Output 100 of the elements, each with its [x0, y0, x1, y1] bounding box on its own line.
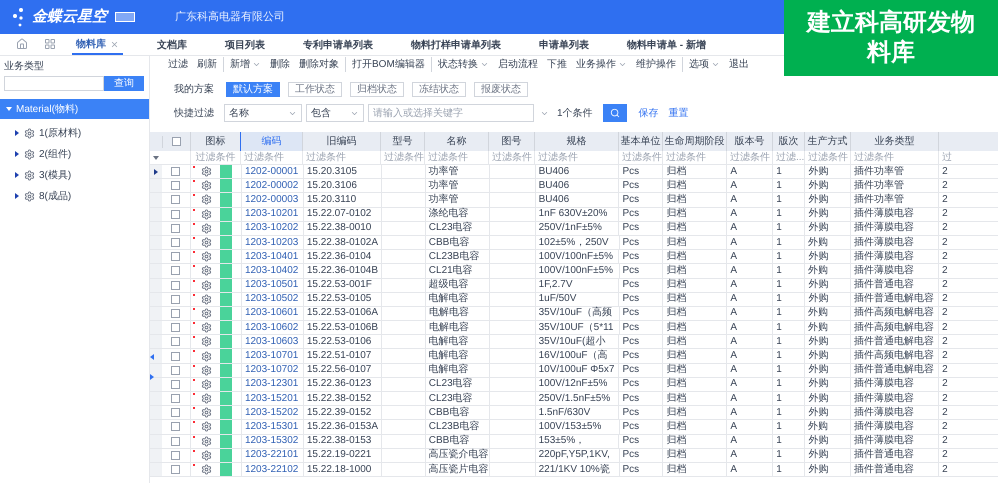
column-header[interactable]: 版本号: [726, 132, 772, 151]
row-indicator[interactable]: [150, 364, 162, 377]
tree-item[interactable]: Material(物料): [0, 99, 149, 119]
row-checkbox[interactable]: [171, 352, 180, 361]
row-checkbox[interactable]: [171, 465, 180, 474]
close-icon[interactable]: [110, 40, 119, 48]
code-link[interactable]: 1203-15302: [244, 435, 298, 448]
code-link[interactable]: 1203-10502: [244, 293, 298, 306]
filter-row-icon[interactable]: [153, 154, 159, 160]
row-checkbox[interactable]: [171, 450, 180, 460]
search-field[interactable]: [4, 76, 104, 91]
expand-icon[interactable]: [6, 106, 12, 112]
code-link[interactable]: 1203-22101: [244, 449, 298, 462]
code-link[interactable]: 1202-00002: [244, 180, 298, 192]
field-select[interactable]: 名称: [224, 104, 302, 122]
operator-select[interactable]: 包含: [306, 104, 364, 122]
expand-handle-icon[interactable]: [150, 374, 154, 380]
toolbar-button[interactable]: 删除: [270, 57, 290, 72]
row-checkbox[interactable]: [171, 366, 180, 375]
expand-icon[interactable]: [14, 193, 20, 199]
code-link[interactable]: 1203-10601: [244, 307, 298, 320]
select-all-checkbox[interactable]: [172, 137, 181, 146]
row-checkbox[interactable]: [171, 422, 180, 432]
column-header[interactable]: 编码: [240, 132, 302, 151]
code-link[interactable]: 1203-10501: [244, 279, 298, 292]
code-link[interactable]: 1203-22102: [244, 464, 298, 476]
code-link[interactable]: 1203-10201: [244, 208, 298, 220]
row-indicator[interactable]: [150, 349, 162, 363]
scheme-button[interactable]: 默认方案: [226, 82, 280, 96]
row-checkbox[interactable]: [171, 238, 180, 248]
column-header[interactable]: 名称: [424, 132, 488, 151]
column-header[interactable]: 生产方式: [804, 132, 850, 151]
row-checkbox[interactable]: [171, 408, 180, 418]
code-link[interactable]: 1203-10402: [244, 264, 298, 277]
toolbar-button[interactable]: 下推: [546, 57, 567, 72]
toolbar-button[interactable]: 选项: [688, 57, 720, 72]
tree-item[interactable]: 2(组件): [0, 144, 149, 164]
toolbar-button[interactable]: 打开BOM编辑器: [352, 57, 425, 72]
tab[interactable]: 专利申请单列表: [299, 35, 377, 55]
search-button[interactable]: 查询: [104, 76, 144, 91]
row-indicator[interactable]: [150, 165, 162, 178]
apps-icon[interactable]: [44, 38, 56, 50]
code-link[interactable]: 1202-00003: [244, 194, 298, 206]
code-link[interactable]: 1203-10701: [244, 350, 298, 362]
save-link[interactable]: 保存: [638, 106, 659, 120]
code-link[interactable]: 1203-12301: [244, 378, 298, 390]
row-checkbox[interactable]: [171, 167, 180, 176]
expand-icon[interactable]: [14, 172, 20, 178]
row-checkbox[interactable]: [171, 394, 180, 404]
collapse-handle-icon[interactable]: [150, 354, 154, 360]
column-header[interactable]: 图号: [488, 132, 534, 151]
row-checkbox[interactable]: [171, 195, 180, 204]
search-button[interactable]: [602, 104, 627, 122]
tab[interactable]: 文档库: [153, 35, 191, 55]
row-checkbox[interactable]: [171, 337, 180, 346]
reset-link[interactable]: 重置: [668, 106, 689, 120]
code-link[interactable]: 1203-10401: [244, 250, 298, 263]
row-checkbox[interactable]: [171, 252, 180, 262]
code-link[interactable]: 1203-10202: [244, 222, 298, 234]
toolbar-button[interactable]: 业务操作: [576, 57, 627, 72]
toolbar-button[interactable]: 状态转换: [438, 57, 489, 72]
toolbar-button[interactable]: 维护操作: [636, 57, 676, 72]
tree-item[interactable]: 8(成品): [0, 186, 149, 206]
code-link[interactable]: 1203-10203: [244, 236, 298, 249]
code-link[interactable]: 1203-10702: [244, 364, 298, 376]
column-header[interactable]: 规格: [534, 132, 618, 151]
tab[interactable]: 物料打样申请单列表: [407, 35, 505, 55]
toolbar-button[interactable]: 新增: [230, 57, 261, 72]
row-checkbox[interactable]: [171, 280, 180, 290]
toolbar-button[interactable]: 刷新: [197, 57, 217, 72]
row-checkbox[interactable]: [171, 323, 180, 332]
tree-item[interactable]: 3(模具): [0, 165, 149, 185]
column-header[interactable]: 基本单位: [618, 132, 662, 151]
row-checkbox[interactable]: [171, 436, 180, 446]
scheme-button[interactable]: 工作状态: [288, 82, 342, 96]
column-header[interactable]: 版次: [772, 132, 804, 151]
row-checkbox[interactable]: [171, 181, 180, 190]
code-link[interactable]: 1203-10603: [244, 336, 298, 348]
toolbar-button[interactable]: 启动流程: [498, 57, 538, 72]
tab[interactable]: 项目列表: [221, 35, 269, 55]
column-header[interactable]: 业务类型: [850, 132, 938, 151]
scheme-button[interactable]: 报废状态: [474, 82, 528, 96]
code-link[interactable]: 1203-15202: [244, 406, 298, 419]
tab[interactable]: 申请单列表: [535, 35, 593, 55]
column-header[interactable]: 生命周期阶段: [662, 132, 726, 151]
keyword-field[interactable]: 请输入或选择关键字: [368, 104, 534, 122]
row-checkbox[interactable]: [171, 380, 180, 389]
expand-icon[interactable]: [14, 130, 20, 136]
home-icon[interactable]: [16, 38, 28, 50]
scheme-button[interactable]: 归档状态: [350, 82, 404, 96]
expand-icon[interactable]: [14, 151, 20, 157]
toolbar-button[interactable]: 退出: [728, 57, 749, 72]
row-checkbox[interactable]: [171, 294, 180, 304]
toolbar-button[interactable]: 过滤: [168, 57, 188, 72]
tab[interactable]: 物料申请单 - 新增: [623, 35, 710, 55]
row-checkbox[interactable]: [171, 224, 180, 233]
toolbar-button[interactable]: 删除对象: [299, 57, 339, 72]
row-checkbox[interactable]: [171, 210, 180, 219]
column-header[interactable]: 型号: [380, 132, 424, 151]
tab[interactable]: 物料库: [72, 35, 123, 55]
